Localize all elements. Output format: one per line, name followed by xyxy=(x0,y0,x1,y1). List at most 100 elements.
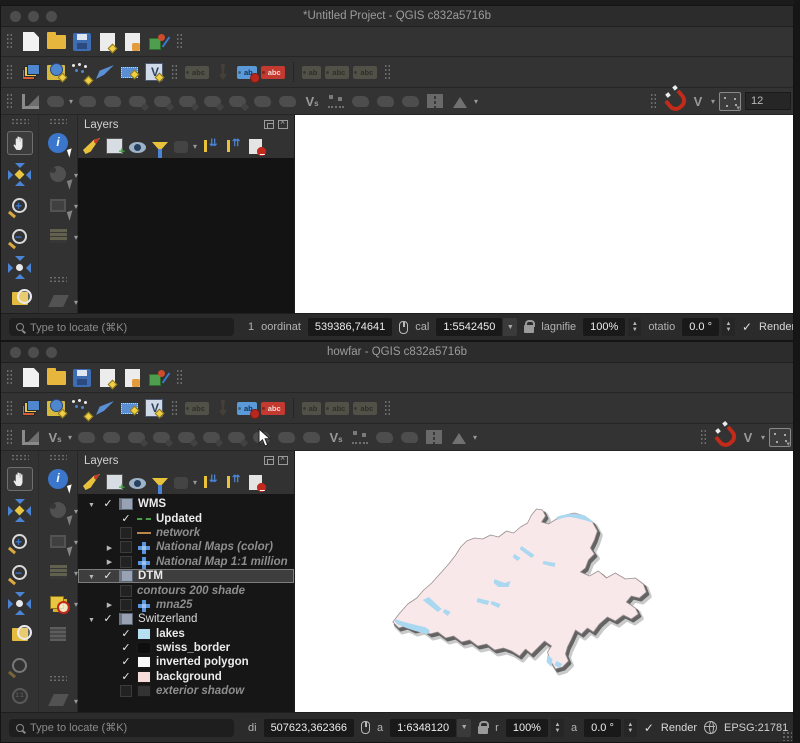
add-postgis-layer-icon[interactable] xyxy=(96,65,114,79)
visibility-checkbox[interactable] xyxy=(120,585,132,597)
zoom-full-tool[interactable] xyxy=(7,255,33,279)
layer-tree-item[interactable]: DTM xyxy=(78,569,294,583)
snapping-icon[interactable] xyxy=(666,93,682,109)
layer-tree-item[interactable]: swiss_border xyxy=(78,641,294,655)
add-point-feature-icon[interactable] xyxy=(129,96,146,107)
layer-tree-item[interactable]: lakes xyxy=(78,627,294,641)
style-manager-icon[interactable] xyxy=(149,34,167,50)
visibility-checkbox[interactable] xyxy=(120,527,132,539)
rotate-feature-icon[interactable] xyxy=(376,432,393,443)
layer-tree-item[interactable]: exterior shadow xyxy=(78,684,294,698)
open-attribute-table-tool[interactable] xyxy=(45,622,71,646)
minimize-button[interactable] xyxy=(28,11,39,22)
visibility-checkbox[interactable] xyxy=(120,628,132,640)
close-button[interactable] xyxy=(10,347,21,358)
datasource-manager-icon[interactable] xyxy=(22,64,40,80)
traffic-lights[interactable] xyxy=(10,11,57,22)
pin-labels-icon[interactable] xyxy=(218,64,228,80)
toolbar-grip[interactable] xyxy=(176,369,183,386)
layer-tree-item[interactable]: National Map 1:1 million xyxy=(78,555,294,569)
remove-layer-icon[interactable] xyxy=(249,475,262,490)
offset-curve-icon[interactable] xyxy=(303,432,320,443)
add-virtual-layer-icon[interactable] xyxy=(145,63,163,81)
manage-visibility-icon[interactable] xyxy=(129,478,146,489)
coordinate-field[interactable]: 539386,74641 xyxy=(308,318,392,336)
delete-part-icon[interactable] xyxy=(228,432,245,443)
zoom-button[interactable] xyxy=(46,11,57,22)
move-label-icon[interactable]: ab xyxy=(302,402,322,415)
map-canvas[interactable] xyxy=(295,115,793,313)
pin-labels-icon[interactable] xyxy=(218,400,228,416)
attributes-toolbar-icon[interactable] xyxy=(427,94,443,108)
add-group-icon[interactable] xyxy=(106,474,123,490)
layer-tree-item[interactable]: Switzerland xyxy=(78,612,294,626)
add-vector-layer-icon[interactable] xyxy=(47,401,65,416)
crs-status[interactable]: EPSG:21781 xyxy=(724,722,788,734)
magnifier-spinner[interactable]: ▲▼ xyxy=(551,719,564,737)
layer-tree-item[interactable]: contours 200 shade xyxy=(78,583,294,597)
toggle-editing-icon[interactable] xyxy=(47,96,64,107)
visibility-checkbox[interactable] xyxy=(120,541,132,553)
magnifier-field[interactable]: 100% xyxy=(583,318,625,336)
add-vector-layer-icon[interactable] xyxy=(47,65,65,80)
toolbar-grip[interactable] xyxy=(49,118,67,124)
visibility-checkbox[interactable] xyxy=(120,685,132,697)
highlight-pinned-labels-icon[interactable]: ab xyxy=(237,66,257,79)
toolbar-grip[interactable] xyxy=(11,118,29,124)
close-panel-icon[interactable] xyxy=(278,456,288,465)
layer-diagram-icon[interactable]: abc xyxy=(261,402,285,415)
delete-ring-icon[interactable] xyxy=(203,432,220,443)
visibility-checkbox[interactable] xyxy=(120,599,132,611)
coordinate-field[interactable]: 507623,362366 xyxy=(264,719,354,737)
extents-toggle-icon[interactable] xyxy=(361,721,370,734)
snap-tool-icon[interactable]: Vs xyxy=(326,430,346,445)
visibility-checkbox[interactable] xyxy=(120,671,132,683)
toolbar-grip[interactable] xyxy=(6,64,13,81)
layer-tree-item[interactable]: mna25 xyxy=(78,598,294,612)
trim-extend-icon[interactable] xyxy=(328,94,344,108)
save-edits-icon[interactable] xyxy=(103,432,120,443)
snap-vertex-icon[interactable]: V xyxy=(688,94,708,109)
add-postgis-layer-icon[interactable] xyxy=(96,401,114,415)
new-print-layout-icon[interactable] xyxy=(100,33,115,51)
advanced-digitizing-icon[interactable] xyxy=(452,431,466,444)
add-point-feature-icon[interactable] xyxy=(128,432,145,443)
layout-manager-icon[interactable] xyxy=(125,33,140,51)
rotate-feature-icon[interactable] xyxy=(377,96,394,107)
add-polygon-feature-icon[interactable] xyxy=(179,96,196,107)
add-delimited-text-icon[interactable] xyxy=(70,398,91,419)
visibility-checkbox[interactable] xyxy=(120,556,132,568)
topological-editing-button[interactable] xyxy=(719,92,741,111)
run-feature-action-tool[interactable]: ▾ xyxy=(45,162,71,186)
layer-diagram-icon[interactable]: abc xyxy=(261,66,285,79)
layer-tree-empty[interactable] xyxy=(78,158,294,313)
visibility-checkbox[interactable] xyxy=(102,498,114,510)
toolbar-grip[interactable] xyxy=(6,429,13,446)
zoom-out-tool[interactable]: − xyxy=(7,224,33,248)
vertex-tool-icon[interactable]: Vs xyxy=(302,94,322,109)
toolbar-grip[interactable] xyxy=(49,276,67,282)
expand-all-icon[interactable]: ⇊ xyxy=(203,474,220,490)
close-panel-icon[interactable] xyxy=(278,120,288,129)
digitize-with-segment-icon[interactable] xyxy=(104,96,121,107)
toolbar-grip[interactable] xyxy=(6,93,13,110)
simplify-feature-icon[interactable] xyxy=(401,432,418,443)
advanced-digitizing-icon[interactable] xyxy=(453,95,467,108)
filter-expression-icon[interactable] xyxy=(174,141,188,153)
toolbar-grip[interactable] xyxy=(700,429,707,446)
scale-field[interactable]: 1:5542450 xyxy=(436,318,502,336)
zoom-in-tool[interactable]: + xyxy=(7,529,33,553)
filter-expression-icon[interactable] xyxy=(174,477,188,489)
rotation-field[interactable]: 0.0 ° xyxy=(584,719,621,737)
measure-tool[interactable]: ▾ xyxy=(45,688,71,712)
toolbar-grip[interactable] xyxy=(6,369,13,386)
current-edits-icon[interactable] xyxy=(22,430,39,445)
resize-grip[interactable] xyxy=(782,731,792,741)
snap-vertex-icon[interactable]: V xyxy=(738,430,758,445)
measure-tool[interactable]: ▾ xyxy=(45,289,71,313)
remove-layer-icon[interactable] xyxy=(249,139,262,154)
new-project-icon[interactable] xyxy=(23,32,39,51)
magnifier-spinner[interactable]: ▲▼ xyxy=(628,318,641,336)
layer-tree-item[interactable]: Updated xyxy=(78,511,294,525)
layer-tree-item[interactable]: WMS xyxy=(78,497,294,511)
